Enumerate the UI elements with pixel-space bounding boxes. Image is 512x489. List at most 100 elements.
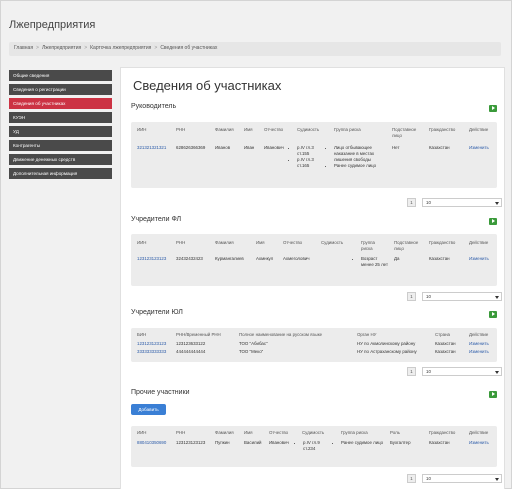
pagination: 1 10 [407, 198, 502, 207]
list-item: Лицо отбывающее наказание в местах лишен… [334, 145, 388, 163]
edit-link[interactable]: Изменить [469, 440, 489, 446]
surname-cell: Иванов [215, 145, 231, 150]
pagination: 1 10 [407, 292, 502, 301]
leader-table: ИИН РНН Фамилия Имя Отчество Судимость Г… [131, 122, 497, 188]
risk-group-list: Возраст менее 25 лет [355, 256, 389, 268]
col-header: Гражданство [429, 430, 456, 435]
section-title: Руководитель [131, 103, 177, 110]
nominee-cell: Да [394, 256, 400, 261]
col-header: Подставное лицо [392, 127, 417, 138]
app-window: Лжепредприятия Главная > Лжепредприятия > Ка… [0, 0, 512, 489]
list-item: р.IV гл.3 ст.155 [297, 145, 327, 157]
section-title: Учредители ФЛ [131, 216, 182, 223]
col-header: Имя [244, 430, 253, 435]
col-header: Действие [469, 240, 489, 245]
col-header: Гражданство [429, 127, 456, 132]
page-size-select[interactable]: 10 [422, 292, 502, 301]
section-title: Прочие участники [131, 389, 190, 396]
col-header: Гражданство [429, 240, 456, 245]
name-cell: Василий [244, 440, 262, 445]
edit-link[interactable]: Изменить [469, 145, 489, 151]
col-header: РНН [176, 430, 186, 435]
list-item: Ранее судимое лицо [341, 440, 385, 446]
patronymic-cell: Иванович [264, 145, 284, 150]
list-item: Ранее судимое лицо [334, 163, 388, 169]
bin-link[interactable]: 123123123123 [137, 341, 166, 347]
convictions-list: р.IV гл.3 ст.155 р.IV гл.3 ст.165 [291, 145, 327, 169]
risk-group-list: Ранее судимое лицо [335, 440, 385, 446]
surname-cell: Курмангалиев [215, 256, 244, 261]
col-header: Роль [390, 430, 400, 435]
patronymic-cell: Иванович [269, 440, 289, 445]
col-header: Имя [256, 240, 265, 245]
rnn-cell: 444444444444 [176, 349, 206, 354]
convictions-list: р.IV гл.9 ст.234 [297, 440, 333, 452]
citizenship-cell: Казахстан [429, 145, 450, 150]
sidebar-item-participants[interactable]: Сведения об участниках [9, 98, 112, 109]
surname-cell: Пупкин [215, 440, 230, 445]
sidebar-item-general[interactable]: Общие сведения [9, 70, 112, 81]
breadcrumb-fake-companies[interactable]: Лжепредприятия [42, 45, 81, 51]
patronymic-cell: Ахмеголович [283, 256, 310, 261]
sidebar-item-registration[interactable]: Сведения о регистрации [9, 84, 112, 95]
breadcrumb-home[interactable]: Главная [14, 45, 33, 51]
founders-ul-section: Учредители ЮЛ БИН РНН/Временный РНН Полн… [131, 309, 502, 384]
breadcrumb-current: Сведения об участниках [160, 45, 218, 51]
iin-link[interactable]: 123123123123 [137, 256, 166, 262]
pagination: 1 10 [407, 474, 502, 483]
page-button[interactable]: 1 [407, 198, 416, 207]
company-name-cell: ТОО "Меко" [239, 349, 264, 354]
expand-icon[interactable] [489, 391, 497, 398]
col-header: РНН [176, 127, 186, 132]
edit-link[interactable]: Изменить [469, 256, 489, 262]
breadcrumb-separator: > [36, 45, 39, 51]
page-size-select[interactable]: 10 [422, 367, 502, 376]
risk-group-list: Лицо отбывающее наказание в местах лишен… [328, 145, 388, 169]
expand-icon[interactable] [489, 218, 497, 225]
col-header: Группа риска [341, 430, 368, 435]
rnn-cell: 628626366369 [176, 145, 206, 150]
breadcrumb-company-card[interactable]: Карточка лжепредприятия [90, 45, 151, 51]
col-header: Судимость [297, 127, 320, 132]
edit-link[interactable]: Изменить [469, 349, 489, 355]
sidebar-item-kuen[interactable]: КУЭН [9, 112, 112, 123]
rnn-cell: 32432432423 [176, 256, 203, 261]
page-button[interactable]: 1 [407, 292, 416, 301]
sidebar-item-cash-flow[interactable]: Движение денежных средств [9, 154, 112, 165]
sidebar-item-counterparties[interactable]: Контрагенты [9, 140, 112, 151]
add-participant-button[interactable]: Добавить [131, 404, 166, 415]
sidebar-item-ud[interactable]: УД [9, 126, 112, 137]
name-cell: Иван [244, 145, 255, 150]
col-header: ИИН [137, 127, 147, 132]
edit-link[interactable]: Изменить [469, 341, 489, 347]
iin-link[interactable]: 321321321321 [137, 145, 166, 151]
sidebar: Общие сведения Сведения о регистрации Св… [9, 70, 112, 182]
col-header: Фамилия [215, 430, 234, 435]
iin-link[interactable]: 880410350690 [137, 440, 166, 446]
col-header: Группа риска [361, 240, 375, 251]
col-header: Действие [469, 430, 489, 435]
col-header: Действие [469, 332, 489, 337]
list-item: р.IV гл.3 ст.165 [297, 157, 327, 169]
col-header: Отчество [283, 240, 303, 245]
tax-office-cell: НУ по Астраханскому району [357, 349, 417, 354]
citizenship-cell: Казахстан [429, 440, 450, 445]
expand-icon[interactable] [489, 311, 497, 318]
tax-office-cell: НУ по Акмолинскому району [357, 341, 416, 346]
bin-link[interactable]: 333333333333 [137, 349, 166, 355]
pagination: 1 10 [407, 367, 502, 376]
country-cell: Казахстан [435, 349, 456, 354]
other-participants-table: ИИН РНН Фамилия Имя Отчество Судимость Г… [131, 426, 497, 467]
col-header: ИИН [137, 430, 147, 435]
sidebar-item-additional-info[interactable]: Дополнительная информация [9, 168, 112, 179]
col-header: Имя [244, 127, 253, 132]
country-cell: Казахстан [435, 341, 456, 346]
expand-icon[interactable] [489, 105, 497, 112]
breadcrumb-separator: > [154, 45, 158, 51]
page-button[interactable]: 1 [407, 367, 416, 376]
rnn-cell: 123123123123 [176, 440, 206, 445]
page-button[interactable]: 1 [407, 474, 416, 483]
breadcrumb: Главная > Лжепредприятия > Карточка лжепредп… [9, 42, 501, 56]
page-size-select[interactable]: 10 [422, 474, 502, 483]
page-size-select[interactable]: 10 [422, 198, 502, 207]
